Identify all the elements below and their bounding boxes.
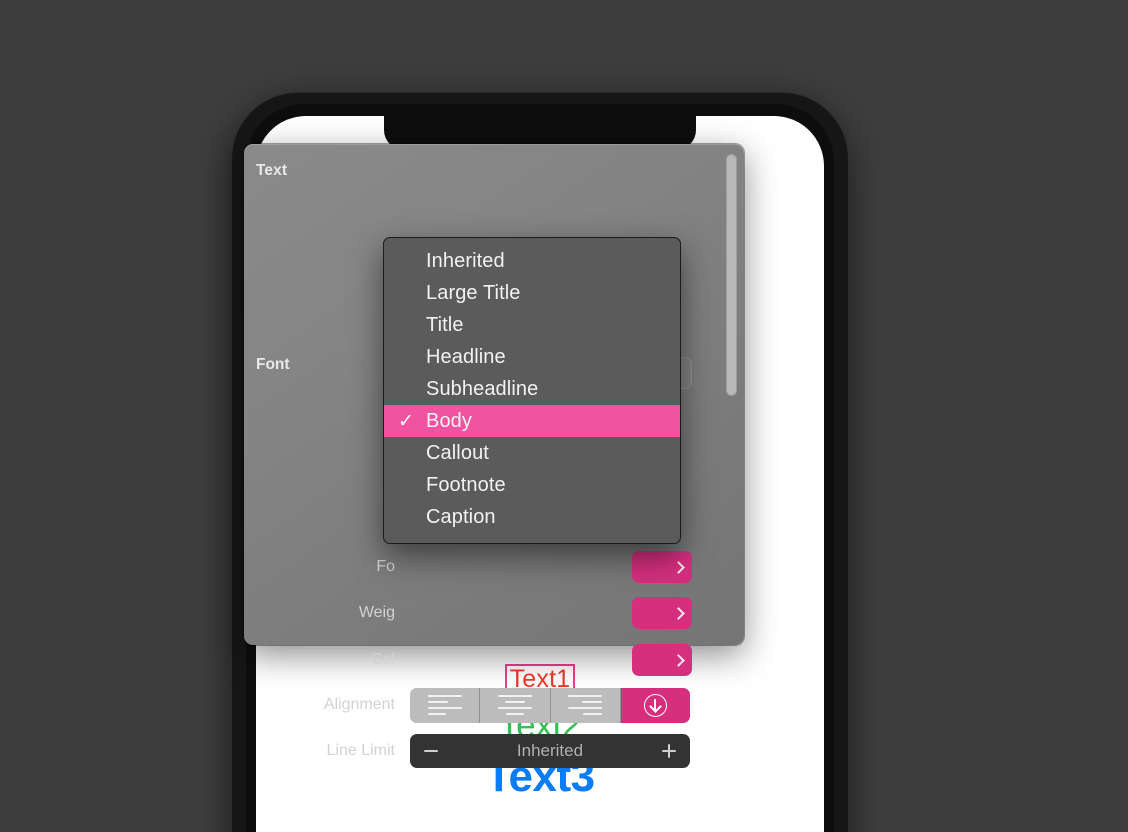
menu-item-label: Subheadline <box>426 377 539 400</box>
menu-item-label: Title <box>426 313 464 336</box>
menu-item-label: Inherited <box>426 249 505 272</box>
chevron-right-icon <box>672 606 685 620</box>
align-center-icon <box>497 695 532 715</box>
menu-item-footnote[interactable]: Footnote <box>384 469 680 501</box>
line-limit-decrement-button[interactable] <box>424 750 438 752</box>
inspector-scrollbar-track[interactable] <box>725 152 738 637</box>
align-right-icon <box>568 695 603 715</box>
menu-item-large-title[interactable]: Large Title <box>384 277 680 309</box>
inspector-title: Text <box>256 162 288 179</box>
color-disclosure-button[interactable] <box>632 644 692 676</box>
menu-item-callout[interactable]: Callout <box>384 437 680 469</box>
font-style-dropdown-menu: Inherited Large Title Title Headline Sub… <box>383 237 681 544</box>
row-font: Fo <box>244 550 744 584</box>
row-alignment: Alignment <box>244 687 744 723</box>
menu-item-label: Callout <box>426 441 489 464</box>
font-disclosure-button[interactable] <box>632 551 692 583</box>
row-label-line-limit: Line Limit <box>326 742 395 759</box>
line-limit-stepper: Inherited <box>410 734 690 768</box>
text-preview-stack: Text1 Text2 Text3 <box>256 664 824 802</box>
align-left-icon <box>427 695 462 715</box>
line-limit-increment-button[interactable] <box>662 744 676 758</box>
row-color: Col <box>244 643 744 677</box>
alignment-option-left[interactable] <box>410 687 481 723</box>
menu-item-headline[interactable]: Headline <box>384 341 680 373</box>
menu-item-body[interactable]: ✓ Body <box>384 405 680 437</box>
menu-item-label: Large Title <box>426 281 521 304</box>
inspector-scrollbar-thumb[interactable] <box>726 154 737 396</box>
menu-item-title[interactable]: Title <box>384 309 680 341</box>
screenshot-root: Text1 Text2 Text3 Text Font Text1 Fo Wei… <box>0 0 1128 832</box>
row-label-color: Col <box>370 651 395 668</box>
alignment-option-right[interactable] <box>550 687 621 723</box>
menu-item-label: Footnote <box>426 473 506 496</box>
row-label-font: Fo <box>376 558 395 575</box>
checkmark-icon: ✓ <box>398 410 415 432</box>
menu-item-label: Caption <box>426 505 496 528</box>
menu-item-label: Body <box>426 409 472 432</box>
section-label-font: Font <box>256 356 290 373</box>
menu-item-subheadline[interactable]: Subheadline <box>384 373 680 405</box>
row-label-alignment: Alignment <box>323 696 395 713</box>
chevron-right-icon <box>672 653 685 667</box>
row-line-limit: Line Limit Inherited <box>244 734 744 768</box>
weight-disclosure-button[interactable] <box>632 597 692 629</box>
alignment-option-inherit[interactable] <box>620 687 690 723</box>
menu-item-label: Headline <box>426 345 506 368</box>
menu-item-caption[interactable]: Caption <box>384 501 680 533</box>
line-limit-value: Inherited <box>516 741 584 760</box>
arrow-down-circle-icon <box>643 693 667 717</box>
alignment-option-center[interactable] <box>480 687 551 723</box>
chevron-right-icon <box>672 560 685 574</box>
menu-item-inherited[interactable]: Inherited <box>384 245 680 277</box>
row-weight: Weig <box>244 596 744 630</box>
row-label-weight: Weig <box>358 604 395 621</box>
alignment-segmented-control <box>410 687 690 723</box>
